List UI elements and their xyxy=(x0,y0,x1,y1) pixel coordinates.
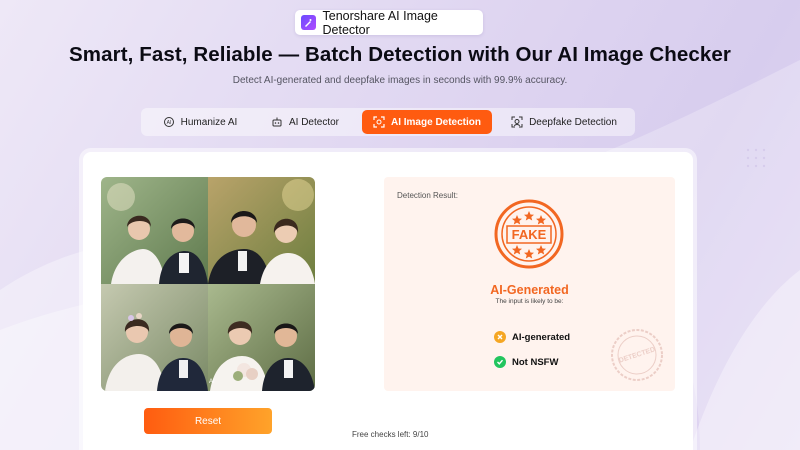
brand-name: Tenorshare AI Image Detector xyxy=(322,8,438,37)
free-checks-counter: Free checks left: 9/10 xyxy=(352,430,429,439)
page-subtitle: Detect AI-generated and deepfake images … xyxy=(232,75,568,86)
tool-tabs: AI Humanize AI AI Detector AI Image Dete… xyxy=(141,108,635,136)
reset-button[interactable]: Reset xyxy=(144,408,272,434)
tab-humanize-ai[interactable]: AI Humanize AI xyxy=(155,110,245,134)
tab-deepfake-detection[interactable]: Deepfake Detection xyxy=(506,110,622,134)
svg-text:AI: AI xyxy=(166,120,171,126)
result-item-label: AI-generated xyxy=(512,331,571,343)
image-scan-icon xyxy=(373,116,385,128)
stamp-text: FAKE xyxy=(512,227,547,242)
seal-text: DETECTED xyxy=(618,346,656,364)
tab-label: AI Detector xyxy=(288,116,340,128)
result-item-label: Not NSFW xyxy=(512,356,559,368)
uploaded-image-preview[interactable] xyxy=(101,177,315,391)
verdict-subtitle: The input is likely to be: xyxy=(495,298,564,305)
warning-x-icon xyxy=(494,331,506,343)
face-scan-icon xyxy=(511,116,523,128)
image-watermark: AI xyxy=(209,379,215,385)
tab-label: AI Image Detection xyxy=(390,116,482,128)
robot-icon xyxy=(272,117,282,127)
photo-tile xyxy=(208,284,315,391)
result-item-not-nsfw: Not NSFW xyxy=(494,356,558,368)
tab-label: Humanize AI xyxy=(180,116,238,128)
brand-badge[interactable]: Tenorshare AI Image Detector xyxy=(295,8,483,37)
photo-tile xyxy=(101,284,208,391)
photo-tile xyxy=(101,177,208,284)
fake-stamp-icon: FAKE xyxy=(494,199,564,269)
tab-ai-image-detection[interactable]: AI Image Detection xyxy=(362,110,492,134)
pen-sparkle-icon xyxy=(301,15,316,30)
page-title: Smart, Fast, Reliable — Batch Detection … xyxy=(69,43,731,66)
tab-label: Deepfake Detection xyxy=(529,116,617,128)
humanize-icon: AI xyxy=(163,117,174,127)
detection-result-panel: Detection Result: FAKE AI-Generated The … xyxy=(384,177,675,391)
detected-seal-icon: DETECTED xyxy=(611,329,663,381)
result-item-ai-generated: AI-generated xyxy=(494,331,570,343)
check-circle-icon xyxy=(494,356,506,368)
tab-ai-detector[interactable]: AI Detector xyxy=(263,110,347,134)
verdict-label: AI-Generated xyxy=(490,283,569,297)
result-title: Detection Result: xyxy=(397,191,458,200)
photo-tile xyxy=(208,177,315,284)
